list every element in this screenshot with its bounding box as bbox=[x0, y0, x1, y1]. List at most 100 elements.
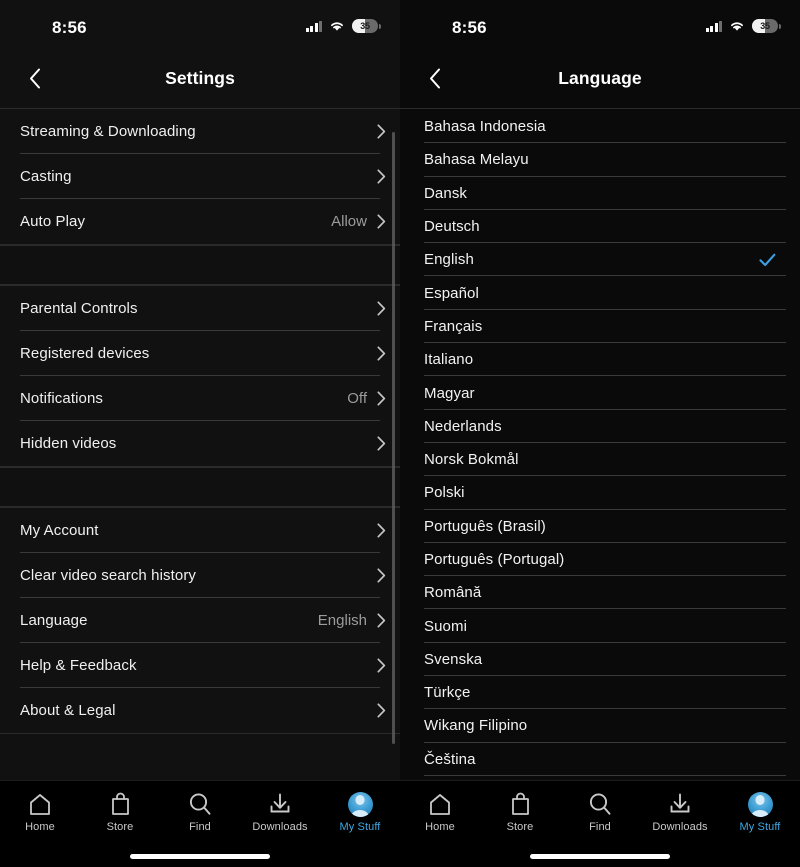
chevron-right-icon bbox=[377, 391, 386, 406]
language-label: Bahasa Melayu bbox=[424, 151, 529, 169]
language-row-suomi[interactable]: Suomi bbox=[400, 609, 800, 643]
tab-downloads[interactable]: Downloads bbox=[640, 791, 720, 833]
download-icon bbox=[268, 791, 292, 817]
back-button-language[interactable] bbox=[418, 61, 452, 95]
language-row-bahasa-melayu[interactable]: Bahasa Melayu bbox=[400, 143, 800, 177]
language-row-rom-n[interactable]: Română bbox=[400, 576, 800, 610]
battery-icon: 35 bbox=[352, 19, 381, 33]
wifi-icon bbox=[729, 20, 745, 32]
language-row-magyar[interactable]: Magyar bbox=[400, 376, 800, 410]
page-title-language: Language bbox=[558, 67, 642, 88]
tab-label: My Stuff bbox=[339, 821, 381, 833]
back-button-settings[interactable] bbox=[18, 61, 52, 95]
cellular-signal-icon bbox=[705, 20, 722, 32]
settings-row-about-legal[interactable]: About & Legal bbox=[0, 688, 400, 733]
language-row-espa-ol[interactable]: Español bbox=[400, 276, 800, 310]
settings-list: Streaming & Downloading Casting Auto Play A… bbox=[0, 108, 400, 734]
settings-row-help-feedback[interactable]: Help & Feedback bbox=[0, 643, 400, 688]
settings-scrollbar[interactable] bbox=[392, 132, 395, 744]
settings-row-label: My Account bbox=[20, 522, 99, 539]
settings-row-clear-video-search-history[interactable]: Clear video search history bbox=[0, 553, 400, 598]
language-row-norsk-bokm-l[interactable]: Norsk Bokmål bbox=[400, 443, 800, 477]
tab-home[interactable]: Home bbox=[0, 791, 80, 833]
tab-my-stuff[interactable]: My Stuff bbox=[720, 791, 800, 833]
tab-label: Home bbox=[425, 821, 455, 833]
settings-row-hidden-videos[interactable]: Hidden videos bbox=[0, 421, 400, 466]
avatar bbox=[347, 791, 373, 817]
language-label: Norsk Bokmål bbox=[424, 451, 519, 469]
settings-row-label: Registered devices bbox=[20, 345, 150, 362]
row-separator bbox=[424, 774, 786, 776]
tab-home[interactable]: Home bbox=[400, 791, 480, 833]
tab-find[interactable]: Find bbox=[560, 791, 640, 833]
status-bar-left: 8:56 35 bbox=[0, 0, 400, 48]
language-label: Español bbox=[424, 284, 479, 302]
tab-my-stuff[interactable]: My Stuff bbox=[320, 791, 400, 833]
settings-row-streaming-downloading[interactable]: Streaming & Downloading bbox=[0, 109, 400, 154]
language-row-italiano[interactable]: Italiano bbox=[400, 343, 800, 377]
status-time: 8:56 bbox=[52, 18, 87, 37]
home-indicator-left bbox=[130, 854, 270, 859]
language-label: Polski bbox=[424, 484, 465, 502]
chevron-right-icon bbox=[377, 568, 386, 583]
settings-row-registered-devices[interactable]: Registered devices bbox=[0, 331, 400, 376]
tab-label: Downloads bbox=[652, 821, 708, 833]
language-label: Dansk bbox=[424, 184, 468, 202]
language-label: English bbox=[424, 251, 474, 269]
settings-row-label: Language bbox=[20, 612, 88, 629]
settings-row-label: Notifications bbox=[20, 390, 104, 407]
tab-find[interactable]: Find bbox=[160, 791, 240, 833]
language-label: Türkçe bbox=[424, 684, 471, 702]
settings-section: Parental Controls Registered devices Notif… bbox=[0, 285, 400, 467]
language-row-deutsch[interactable]: Deutsch bbox=[400, 210, 800, 244]
tab-label: Home bbox=[25, 821, 55, 833]
status-time: 8:56 bbox=[452, 18, 487, 37]
language-row-e-tina[interactable]: Čeština bbox=[400, 743, 800, 776]
settings-row-language[interactable]: Language English bbox=[0, 598, 400, 643]
settings-pane: 8:56 35 Settings Streaming & Downloading… bbox=[0, 0, 400, 867]
chevron-right-icon bbox=[377, 124, 386, 139]
settings-row-casting[interactable]: Casting bbox=[0, 154, 400, 199]
section-gap bbox=[0, 467, 400, 507]
chevron-right-icon bbox=[377, 214, 386, 229]
cellular-signal-icon bbox=[305, 20, 322, 32]
language-row-portugu-s-brasil[interactable]: Português (Brasil) bbox=[400, 510, 800, 543]
chevron-right-icon bbox=[377, 658, 386, 673]
settings-row-value: English bbox=[317, 612, 367, 629]
language-row-polski[interactable]: Polski bbox=[400, 476, 800, 510]
tab-store[interactable]: Store bbox=[480, 791, 560, 833]
language-label: Wikang Filipino bbox=[424, 717, 528, 735]
tab-label: Store bbox=[106, 821, 134, 833]
battery-icon: 35 bbox=[752, 19, 781, 33]
page-title-settings: Settings bbox=[165, 67, 235, 88]
language-row-english[interactable]: English bbox=[400, 243, 800, 277]
shopping-bag-icon bbox=[110, 791, 131, 817]
chevron-right-icon bbox=[377, 346, 386, 361]
tab-store[interactable]: Store bbox=[80, 791, 160, 833]
language-row-nederlands[interactable]: Nederlands bbox=[400, 410, 800, 443]
chevron-right-icon bbox=[377, 301, 386, 316]
download-icon bbox=[668, 791, 692, 817]
language-row-portugu-s-portugal[interactable]: Português (Portugal) bbox=[400, 543, 800, 577]
language-row-fran-ais[interactable]: Français bbox=[400, 310, 800, 344]
language-row-bahasa-indonesia[interactable]: Bahasa Indonesia bbox=[400, 110, 800, 144]
settings-row-my-account[interactable]: My Account bbox=[0, 508, 400, 553]
home-indicator-right bbox=[530, 854, 670, 859]
language-row-dansk[interactable]: Dansk bbox=[400, 177, 800, 210]
language-label: Bahasa Indonesia bbox=[424, 118, 546, 136]
language-row-t-rk-e[interactable]: Türkçe bbox=[400, 676, 800, 710]
shopping-bag-icon bbox=[510, 791, 531, 817]
settings-row-label: About & Legal bbox=[20, 702, 116, 719]
tab-downloads[interactable]: Downloads bbox=[240, 791, 320, 833]
language-row-wikang-filipino[interactable]: Wikang Filipino bbox=[400, 709, 800, 743]
settings-row-auto-play[interactable]: Auto Play Allow bbox=[0, 199, 400, 244]
chevron-right-icon bbox=[377, 613, 386, 628]
language-label: Italiano bbox=[424, 351, 474, 369]
language-label: Čeština bbox=[424, 750, 476, 768]
language-label: Suomi bbox=[424, 617, 468, 635]
language-row-svenska[interactable]: Svenska bbox=[400, 643, 800, 677]
settings-row-label: Hidden videos bbox=[20, 435, 117, 452]
settings-row-parental-controls[interactable]: Parental Controls bbox=[0, 286, 400, 331]
settings-row-notifications[interactable]: Notifications Off bbox=[0, 376, 400, 421]
settings-section: Streaming & Downloading Casting Auto Play A… bbox=[0, 108, 400, 245]
